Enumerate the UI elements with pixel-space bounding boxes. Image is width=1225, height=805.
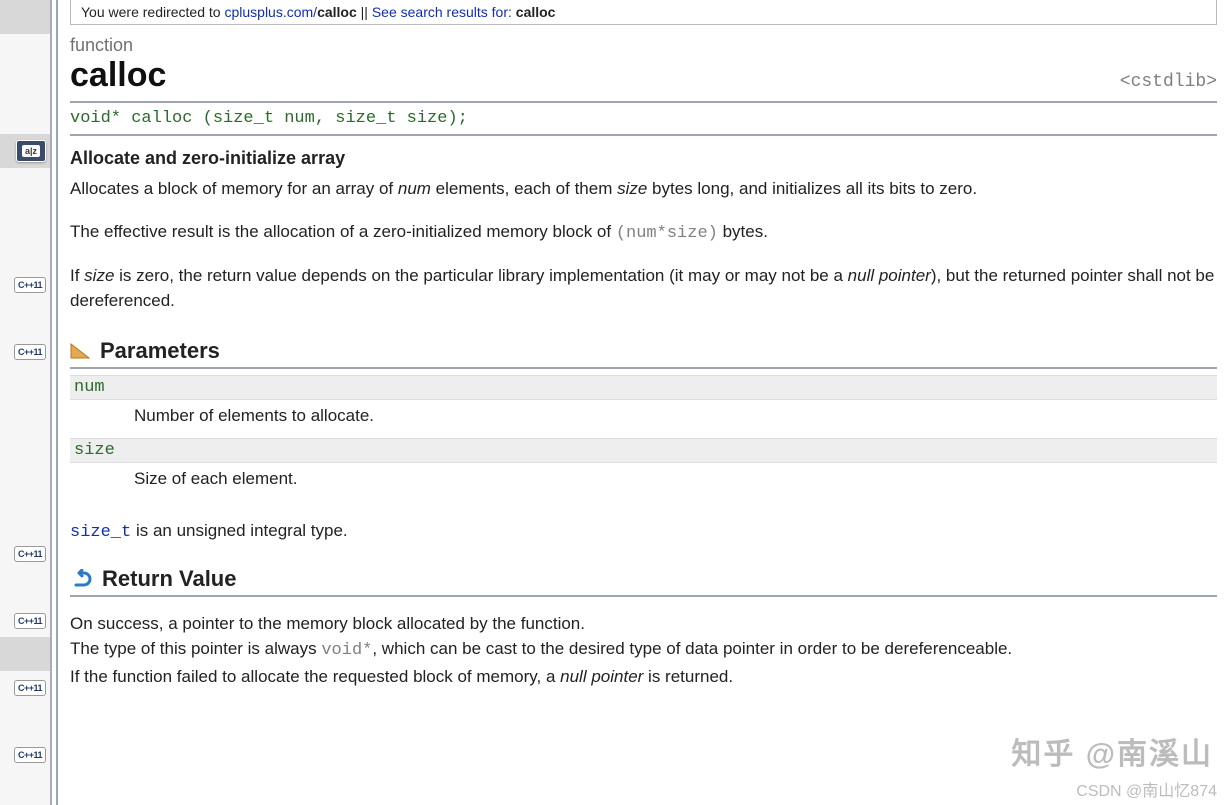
sidebar: a|z C++11 C++11 C++11 C++11 C++11 C++11 — [0, 0, 52, 805]
cpp11-badge: C++11 — [14, 747, 46, 763]
search-results-link[interactable]: See search results for: — [372, 4, 516, 20]
param-name: num — [70, 375, 1217, 400]
return-value-text: On success, a pointer to the memory bloc… — [70, 611, 1217, 690]
redirect-notice: You were redirected to cplusplus.com/cal… — [70, 0, 1217, 25]
param-name: size — [70, 438, 1217, 463]
parameters-list: num Number of elements to allocate. size… — [70, 375, 1217, 501]
alpha-index-icon[interactable]: a|z — [16, 140, 46, 162]
size_t-link[interactable]: size_t — [70, 523, 131, 542]
cpp11-badge: C++11 — [14, 344, 46, 360]
param-desc: Number of elements to allocate. — [70, 400, 1217, 438]
return-arrow-icon — [70, 569, 92, 589]
entity-kind: function — [70, 35, 1217, 56]
cpp11-badge: C++11 — [14, 613, 46, 629]
return-value-heading: Return Value — [70, 566, 1217, 597]
parameters-heading: Parameters — [70, 338, 1217, 369]
header-lib: <cstdlib> — [1120, 72, 1217, 92]
description: Allocates a block of memory for an array… — [70, 177, 1217, 314]
triangle-ruler-icon — [70, 343, 90, 359]
signature: void* calloc (size_t num, size_t size); — [70, 109, 1217, 128]
page-title: calloc — [70, 56, 166, 95]
cpp11-badge: C++11 — [14, 277, 46, 293]
param-desc: Size of each element. — [70, 463, 1217, 501]
cpp11-badge: C++11 — [14, 680, 46, 696]
brief: Allocate and zero-initialize array — [70, 148, 1217, 169]
cpp11-badge: C++11 — [14, 546, 46, 562]
size_t-note: size_t is an unsigned integral type. — [70, 521, 1217, 542]
